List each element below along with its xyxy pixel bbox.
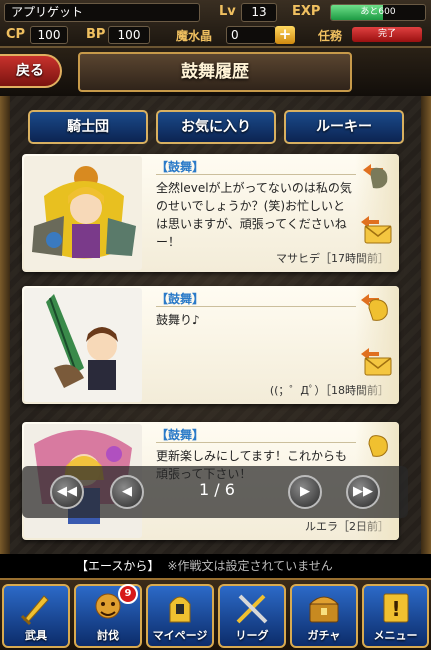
first-page-button[interactable]: ◀◀ <box>50 475 84 509</box>
frame-decoration-left <box>0 96 10 554</box>
menu-icon: ! <box>383 593 409 623</box>
ace-message-bar: 【エースから】 ※作戦文は設定されていません <box>0 554 431 578</box>
mypage-icon <box>169 596 191 623</box>
exp-remaining-text: あと600 <box>360 7 396 17</box>
prev-page-button[interactable]: ◀ <box>110 475 144 509</box>
bp-value: 100 <box>108 26 150 44</box>
frame-decoration-right <box>421 96 431 554</box>
page-title: 鼓舞履歴 <box>78 52 352 92</box>
nav-menu[interactable]: ! メニュー <box>362 584 429 648</box>
nav-label: ガチャ <box>307 629 341 642</box>
nav-gacha[interactable]: ガチャ <box>290 584 358 648</box>
ace-label: 【エースから】 <box>76 559 160 573</box>
history-content: 騎士団 お気に入り ルーキー 【鼓舞】 全然levelが上がってないのは私の気の… <box>0 96 431 554</box>
card-message: 鼓舞り♪ <box>156 313 200 327</box>
weapon-icon <box>20 595 49 626</box>
cp-value: 100 <box>30 26 68 44</box>
notification-badge: 9 <box>118 584 138 604</box>
tab-rookie[interactable]: ルーキー <box>284 110 404 144</box>
last-page-button[interactable]: ▶▶ <box>346 475 380 509</box>
exp-bar: あと600 <box>330 4 426 21</box>
nav-weapons[interactable]: 武具 <box>2 584 70 648</box>
card-message: 全然levelが上がってないのは私の気のせいでしょうか？(笑)お忙しいとは思いま… <box>156 181 352 249</box>
pagination-bar: ◀◀ ◀ 1 / 6 ▶ ▶▶ <box>22 466 408 518</box>
nav-league[interactable]: リーグ <box>218 584 286 648</box>
filter-tabs: 騎士団 お気に入り ルーキー <box>0 110 431 146</box>
page-header: 戻る 鼓舞履歴 <box>0 48 431 96</box>
magic-crystal-value: 0 <box>226 26 276 44</box>
level-label: Lv <box>219 4 236 19</box>
bottom-navigation: 武具 9 討伐 マイページ リーグ ガチャ ! メニュー <box>0 578 431 650</box>
divider <box>156 306 356 307</box>
mail-reply-icon[interactable] <box>359 212 393 246</box>
encourage-back-icon[interactable] <box>359 426 393 460</box>
cp-label: CP <box>6 27 26 42</box>
ace-strategy-text: ※作戦文は設定されていません <box>167 559 333 573</box>
card-tag: 【鼓舞】 <box>156 160 205 174</box>
card-tag: 【鼓舞】 <box>156 428 205 442</box>
divider <box>156 442 356 443</box>
nav-label: マイページ <box>152 629 208 642</box>
league-icon <box>236 594 268 624</box>
magic-crystal-label: 魔水晶 <box>176 29 213 43</box>
divider <box>156 174 356 175</box>
page-indicator: 1 / 6 <box>199 480 235 499</box>
list-item[interactable]: 【鼓舞】 全然levelが上がってないのは私の気のせいでしょうか？(笑)お忙しい… <box>22 154 399 272</box>
encourage-back-icon[interactable] <box>359 290 393 324</box>
nav-mypage[interactable]: マイページ <box>146 584 214 648</box>
status-bar: アプリゲット Lv 13 EXP あと600 CP 100 BP 100 魔水晶… <box>0 0 431 48</box>
tab-favorites[interactable]: お気に入り <box>156 110 276 144</box>
tab-knights[interactable]: 騎士団 <box>28 110 148 144</box>
encourage-back-icon[interactable] <box>359 158 393 192</box>
nav-label: 武具 <box>25 629 47 642</box>
list-item[interactable]: 【鼓舞】 鼓舞り♪ ((；゜Дﾟ）［18時間前］ <box>22 286 399 404</box>
bp-label: BP <box>86 27 106 42</box>
character-portrait[interactable] <box>24 288 142 402</box>
svg-text:!: ! <box>391 597 400 621</box>
nav-label: リーグ <box>235 629 269 642</box>
exp-label: EXP <box>292 4 321 19</box>
task-complete-button[interactable]: 完了 <box>352 27 422 42</box>
level-value: 13 <box>241 3 277 22</box>
character-portrait[interactable] <box>24 156 142 270</box>
nav-battle[interactable]: 9 討伐 <box>74 584 142 648</box>
nav-label: メニュー <box>373 629 418 642</box>
task-label: 任務 <box>318 29 343 43</box>
mail-reply-icon[interactable] <box>359 344 393 378</box>
nav-label: 討伐 <box>97 629 119 642</box>
next-page-button[interactable]: ▶ <box>288 475 322 509</box>
card-tag: 【鼓舞】 <box>156 292 205 306</box>
add-crystal-button[interactable]: + <box>275 26 295 44</box>
gacha-icon <box>308 596 340 623</box>
back-button[interactable]: 戻る <box>0 54 62 88</box>
player-name: アプリゲット <box>4 3 200 22</box>
